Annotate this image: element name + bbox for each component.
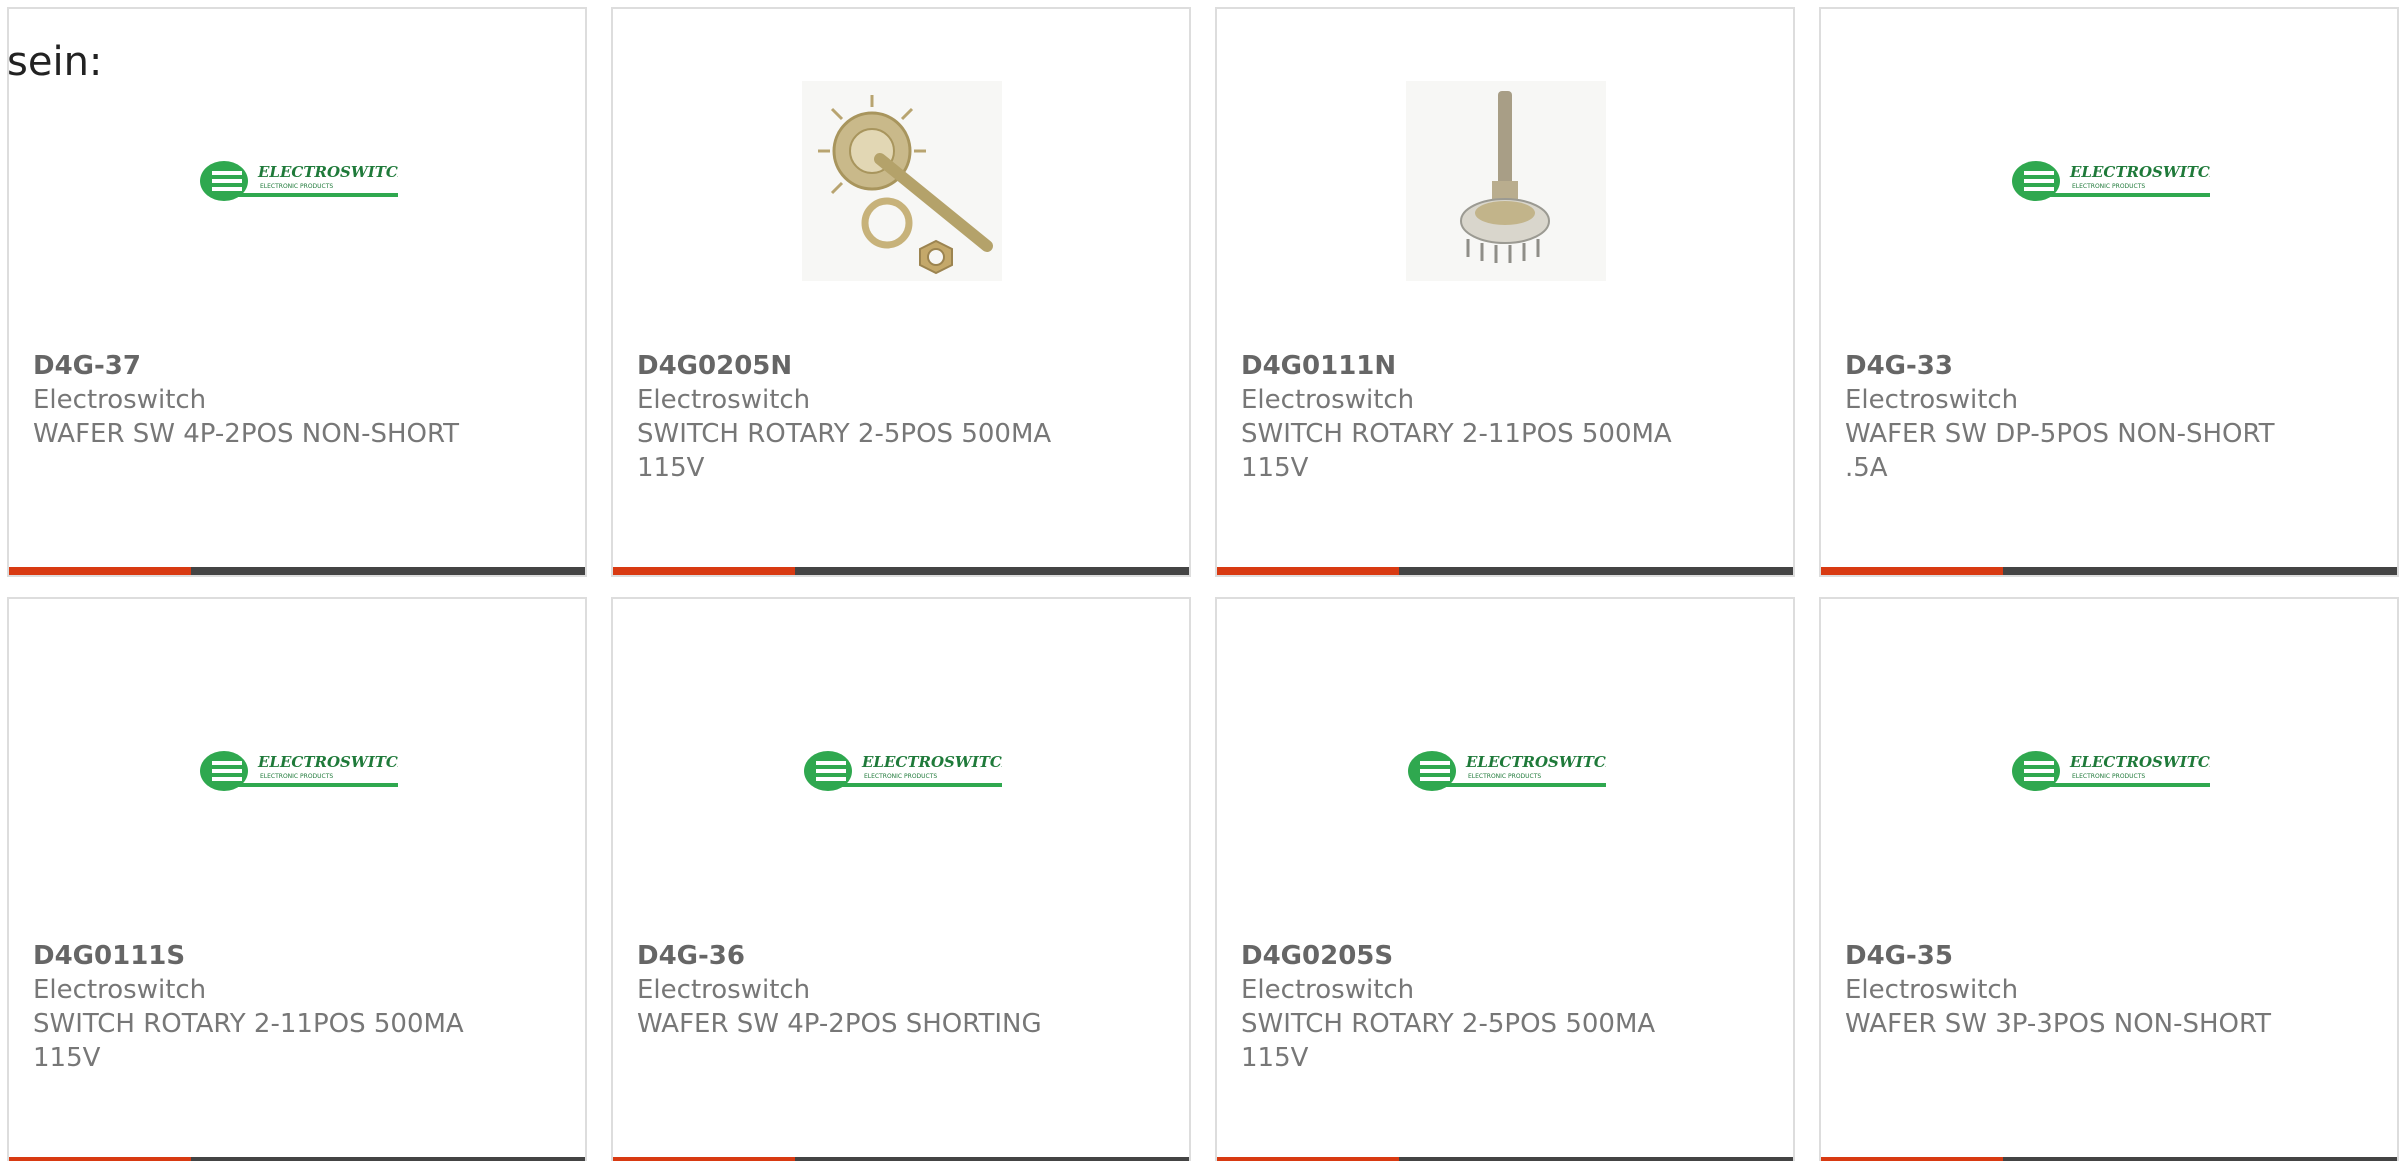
electroswitch-logo: ELECTROSWITCH ELECTRONIC PRODUCTS bbox=[1406, 671, 1606, 871]
logo-text: ELECTROSWITCH bbox=[2069, 163, 2210, 181]
hex-nut bbox=[919, 239, 953, 275]
manufacturer: Electroswitch bbox=[1241, 975, 1415, 1005]
part-number[interactable]: D4G0111N bbox=[1241, 349, 1721, 383]
electroswitch-logo: ELECTROSWITCH ELECTRONIC PRODUCTS bbox=[2010, 81, 2210, 281]
logo-text: ELECTROSWITCH bbox=[861, 753, 1002, 771]
electroswitch-logo: ELECTROSWITCH ELECTRONIC PRODUCTS bbox=[198, 81, 398, 281]
card-bar bbox=[613, 1157, 1189, 1161]
product-info: D4G-36 Electroswitch WAFER SW 4P-2POS SH… bbox=[637, 939, 1117, 1041]
rotary-switch-photo bbox=[802, 81, 1002, 281]
description: WAFER SW 4P-2POS NON-SHORT bbox=[33, 419, 460, 449]
logo-subtext: ELECTRONIC PRODUCTS bbox=[864, 773, 937, 780]
page: ELECTROSWITCH ELECTRONIC PRODUCTS D4G-37… bbox=[0, 0, 2400, 1161]
manufacturer: Electroswitch bbox=[1241, 385, 1415, 415]
manufacturer: Electroswitch bbox=[33, 385, 207, 415]
card-bar bbox=[1217, 1157, 1793, 1161]
part-number[interactable]: D4G0205N bbox=[637, 349, 1117, 383]
part-number[interactable]: D4G-35 bbox=[1845, 939, 2325, 973]
description: SWITCH ROTARY 2-5POS 500MA 115V bbox=[637, 419, 1052, 483]
card-bar-accent bbox=[9, 1157, 191, 1161]
product-info: D4G-37 Electroswitch WAFER SW 4P-2POS NO… bbox=[33, 349, 513, 451]
part-number[interactable]: D4G0205S bbox=[1241, 939, 1721, 973]
part-number[interactable]: D4G-37 bbox=[33, 349, 513, 383]
card-bar-accent bbox=[1821, 1157, 2003, 1161]
logo-text: ELECTROSWITCH bbox=[257, 753, 398, 771]
part-number[interactable]: D4G0111S bbox=[33, 939, 513, 973]
logo-text: ELECTROSWITCH bbox=[2069, 753, 2210, 771]
card-bar-accent bbox=[1217, 1157, 1399, 1161]
description: WAFER SW 3P-3POS NON-SHORT bbox=[1845, 1009, 2272, 1039]
product-info: D4G0205S Electroswitch SWITCH ROTARY 2-5… bbox=[1241, 939, 1721, 1075]
product-card[interactable]: D4G0111N Electroswitch SWITCH ROTARY 2-1… bbox=[1215, 7, 1795, 577]
manufacturer: Electroswitch bbox=[1845, 975, 2019, 1005]
product-card[interactable]: ELECTROSWITCH ELECTRONIC PRODUCTS D4G-33… bbox=[1819, 7, 2399, 577]
card-bar bbox=[1821, 1157, 2397, 1161]
card-bar-accent bbox=[1821, 567, 2003, 575]
product-grid: ELECTROSWITCH ELECTRONIC PRODUCTS D4G-37… bbox=[7, 7, 2399, 1161]
description: SWITCH ROTARY 2-11POS 500MA 115V bbox=[33, 1009, 464, 1073]
description: SWITCH ROTARY 2-5POS 500MA 115V bbox=[1241, 1009, 1656, 1073]
manufacturer: Electroswitch bbox=[637, 975, 811, 1005]
card-bar-accent bbox=[9, 567, 191, 575]
card-bar bbox=[613, 567, 1189, 575]
manufacturer: Electroswitch bbox=[637, 385, 811, 415]
manufacturer: Electroswitch bbox=[1845, 385, 2019, 415]
product-info: D4G0111N Electroswitch SWITCH ROTARY 2-1… bbox=[1241, 349, 1721, 485]
intro-text: sein: bbox=[7, 39, 103, 85]
description: SWITCH ROTARY 2-11POS 500MA 115V bbox=[1241, 419, 1672, 483]
product-info: D4G-35 Electroswitch WAFER SW 3P-3POS NO… bbox=[1845, 939, 2325, 1041]
product-card[interactable]: D4G0205N Electroswitch SWITCH ROTARY 2-5… bbox=[611, 7, 1191, 577]
electroswitch-logo: ELECTROSWITCH ELECTRONIC PRODUCTS bbox=[802, 671, 1002, 871]
part-number[interactable]: D4G-36 bbox=[637, 939, 1117, 973]
product-card[interactable]: ELECTROSWITCH ELECTRONIC PRODUCTS D4G-37… bbox=[7, 7, 587, 577]
card-bar-accent bbox=[1217, 567, 1399, 575]
description: WAFER SW DP-5POS NON-SHORT .5A bbox=[1845, 419, 2275, 483]
description: WAFER SW 4P-2POS SHORTING bbox=[637, 1009, 1042, 1039]
logo-subtext: ELECTRONIC PRODUCTS bbox=[2072, 183, 2145, 190]
logo-subtext: ELECTRONIC PRODUCTS bbox=[260, 773, 333, 780]
logo-subtext: ELECTRONIC PRODUCTS bbox=[1468, 773, 1541, 780]
product-info: D4G0111S Electroswitch SWITCH ROTARY 2-1… bbox=[33, 939, 513, 1075]
logo-subtext: ELECTRONIC PRODUCTS bbox=[260, 183, 333, 190]
product-card[interactable]: ELECTROSWITCH ELECTRONIC PRODUCTS D4G-35… bbox=[1819, 597, 2399, 1161]
card-bar-accent bbox=[613, 1157, 795, 1161]
card-bar bbox=[9, 1157, 585, 1161]
card-bar bbox=[9, 567, 585, 575]
part-number[interactable]: D4G-33 bbox=[1845, 349, 2325, 383]
card-bar-accent bbox=[613, 567, 795, 575]
product-card[interactable]: ELECTROSWITCH ELECTRONIC PRODUCTS D4G-36… bbox=[611, 597, 1191, 1161]
card-bar bbox=[1217, 567, 1793, 575]
electroswitch-logo: ELECTROSWITCH ELECTRONIC PRODUCTS bbox=[198, 671, 398, 871]
logo-text: ELECTROSWITCH bbox=[1465, 753, 1606, 771]
manufacturer: Electroswitch bbox=[33, 975, 207, 1005]
rotary-switch-photo bbox=[1406, 81, 1606, 281]
electroswitch-logo: ELECTROSWITCH ELECTRONIC PRODUCTS bbox=[2010, 671, 2210, 871]
card-bar bbox=[1821, 567, 2397, 575]
product-info: D4G0205N Electroswitch SWITCH ROTARY 2-5… bbox=[637, 349, 1117, 485]
logo-subtext: ELECTRONIC PRODUCTS bbox=[2072, 773, 2145, 780]
product-info: D4G-33 Electroswitch WAFER SW DP-5POS NO… bbox=[1845, 349, 2325, 485]
logo-text: ELECTROSWITCH bbox=[257, 163, 398, 181]
product-card[interactable]: ELECTROSWITCH ELECTRONIC PRODUCTS D4G011… bbox=[7, 597, 587, 1161]
product-card[interactable]: ELECTROSWITCH ELECTRONIC PRODUCTS D4G020… bbox=[1215, 597, 1795, 1161]
